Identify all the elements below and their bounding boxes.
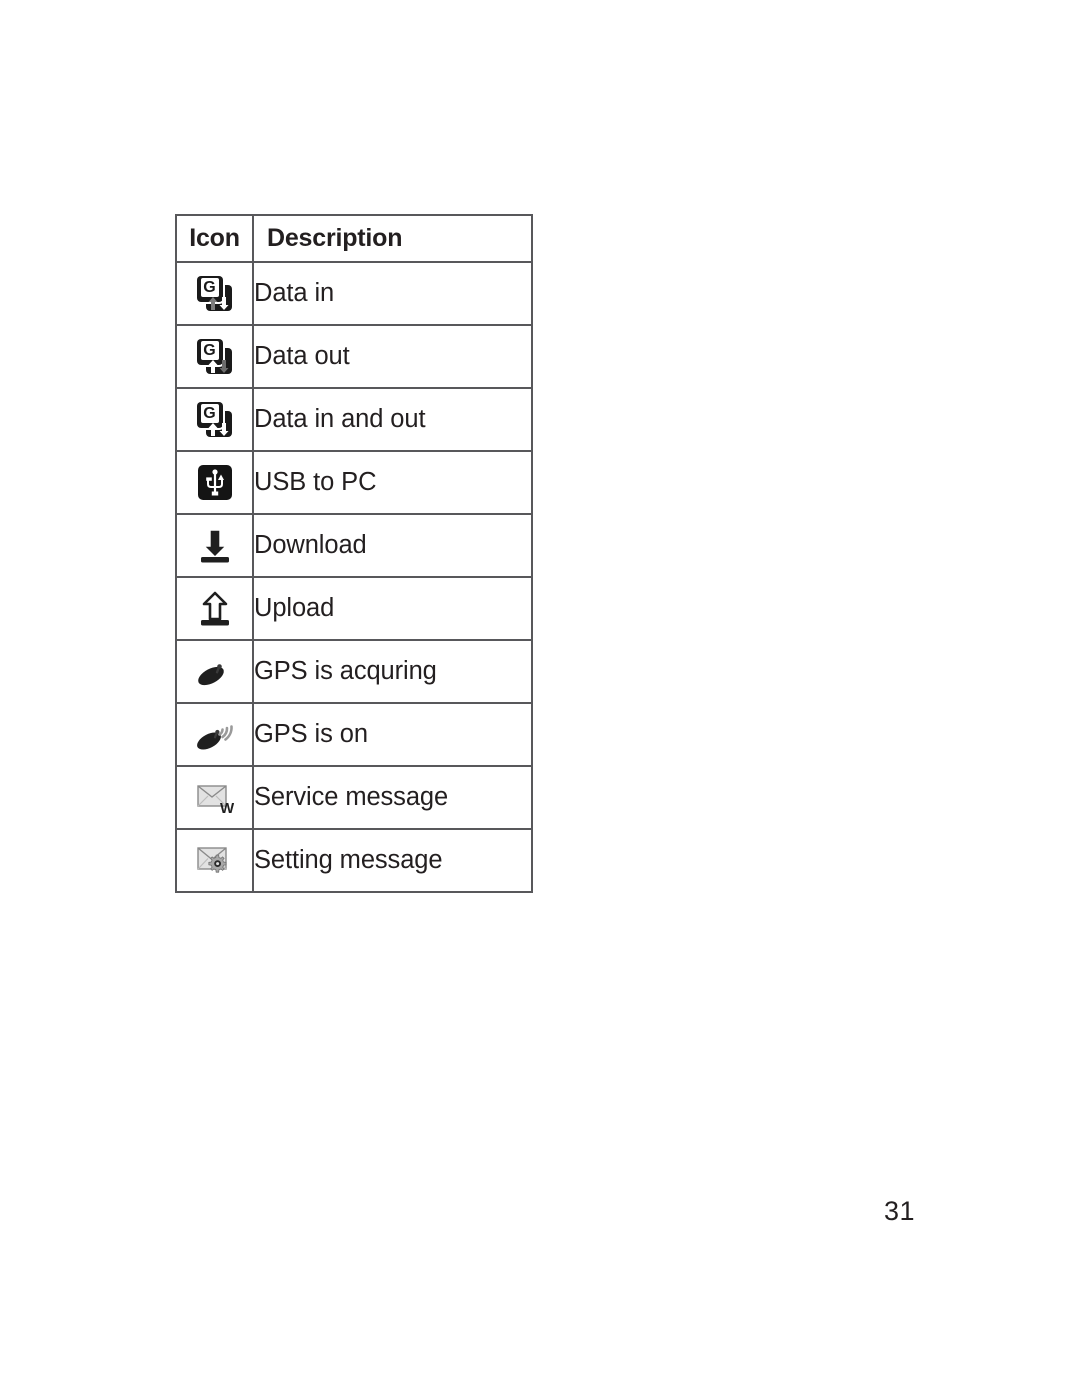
table-row: GPS is acquring — [175, 639, 533, 704]
icon-cell — [175, 639, 254, 704]
description-cell: GPS is on — [252, 702, 533, 767]
gear-icon — [207, 854, 226, 873]
description-cell: Data out — [252, 324, 533, 389]
arrow-down-icon — [219, 296, 229, 310]
table-row: W Service message — [175, 765, 533, 830]
arrow-up-icon — [208, 296, 218, 310]
icon-cell — [175, 576, 254, 641]
gprs-data-out-icon: G — [194, 336, 236, 378]
gprs-letter: G — [200, 340, 219, 360]
description-cell: Upload — [252, 576, 533, 641]
icon-cell: G — [175, 261, 254, 326]
service-message-icon: W — [194, 777, 236, 819]
status-icon-table: Icon Description G Data in G Data out G … — [175, 214, 533, 893]
page-number: 31 — [884, 1196, 916, 1226]
gps-on-icon — [194, 714, 236, 756]
column-header-description: Description — [252, 214, 533, 263]
description-cell: Download — [252, 513, 533, 578]
table-row: G Data in and out — [175, 387, 533, 452]
gprs-data-in-out-icon: G — [194, 399, 236, 441]
icon-cell — [175, 450, 254, 515]
description-cell: USB to PC — [252, 450, 533, 515]
table-row: Setting message — [175, 828, 533, 893]
arrow-down-icon — [219, 359, 229, 373]
gprs-data-in-icon: G — [194, 273, 236, 315]
gprs-letter: G — [200, 403, 219, 423]
arrow-up-icon — [208, 422, 218, 436]
table-row: Download — [175, 513, 533, 578]
arrow-up-icon — [208, 359, 218, 373]
gps-acquiring-icon — [194, 651, 236, 693]
table-row: USB to PC — [175, 450, 533, 515]
table-row: G Data in — [175, 261, 533, 326]
description-cell: GPS is acquring — [252, 639, 533, 704]
download-icon — [194, 525, 236, 567]
table-row: Upload — [175, 576, 533, 641]
icon-cell: G — [175, 324, 254, 389]
icon-cell: W — [175, 765, 254, 830]
gprs-letter: G — [200, 277, 219, 297]
description-cell: Service message — [252, 765, 533, 830]
usb-to-pc-icon — [194, 462, 236, 504]
table-row: G Data out — [175, 324, 533, 389]
upload-icon — [194, 588, 236, 630]
table-row: GPS is on — [175, 702, 533, 767]
service-message-letter: W — [220, 800, 234, 816]
icon-cell — [175, 702, 254, 767]
table-header-row: Icon Description — [175, 214, 533, 263]
description-cell: Data in — [252, 261, 533, 326]
icon-cell: G — [175, 387, 254, 452]
description-cell: Data in and out — [252, 387, 533, 452]
setting-message-icon — [194, 840, 236, 882]
icon-cell — [175, 513, 254, 578]
arrow-down-icon — [219, 422, 229, 436]
icon-cell — [175, 828, 254, 893]
column-header-icon: Icon — [175, 214, 254, 263]
description-cell: Setting message — [252, 828, 533, 893]
